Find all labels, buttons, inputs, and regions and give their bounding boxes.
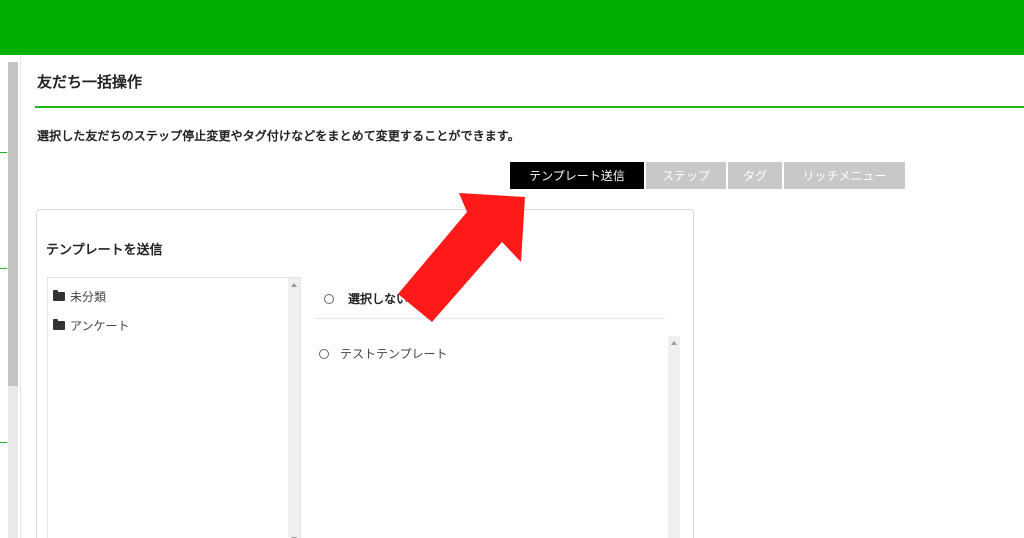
title-underline xyxy=(35,106,1024,108)
template-item[interactable]: テストテンプレート xyxy=(319,345,448,362)
panel-title: テンプレートを送信 xyxy=(46,243,163,258)
sidebar-divider xyxy=(0,152,7,153)
radio-no-select-label: 選択しない xyxy=(348,292,409,306)
folder-item-survey[interactable]: アンケート xyxy=(53,317,130,334)
folder-icon xyxy=(53,290,65,301)
folder-label: 未分類 xyxy=(70,290,107,304)
template-list: テストテンプレート xyxy=(315,336,680,538)
template-send-panel: テンプレートを送信 未分類 アンケート 選択しない テストテンプレート xyxy=(36,209,694,538)
tab-template-send[interactable]: テンプレート送信 xyxy=(510,162,644,189)
template-label: テストテンプレート xyxy=(340,347,448,361)
folder-list: 未分類 アンケート xyxy=(47,277,301,538)
template-list-scrollbar[interactable] xyxy=(668,336,680,538)
scroll-up-arrow-icon[interactable] xyxy=(671,341,677,345)
folder-label: アンケート xyxy=(70,319,130,333)
radio-icon[interactable] xyxy=(319,348,329,359)
radio-no-select[interactable]: 選択しない xyxy=(324,290,408,307)
tab-step[interactable]: ステップ xyxy=(646,162,726,189)
sidebar-divider xyxy=(0,268,7,269)
folder-icon xyxy=(53,319,65,330)
tab-tag[interactable]: タグ xyxy=(728,162,782,189)
radio-icon[interactable] xyxy=(324,293,334,304)
folder-item-uncategorized[interactable]: 未分類 xyxy=(53,288,106,305)
divider xyxy=(315,318,665,319)
sidebar-divider xyxy=(0,442,7,443)
folder-list-scrollbar[interactable] xyxy=(288,278,300,538)
page-title: 友だち一括操作 xyxy=(37,73,143,91)
operation-tabs: テンプレート送信 ステップ タグ リッチメニュー xyxy=(510,162,905,189)
left-scrollbar[interactable] xyxy=(8,62,18,538)
page-description: 選択した友だちのステップ停止変更やタグ付けなどをまとめて変更することができます。 xyxy=(37,129,520,143)
left-scrollbar-thumb[interactable] xyxy=(8,62,18,386)
tab-rich-menu[interactable]: リッチメニュー xyxy=(784,162,905,189)
top-header-bar xyxy=(0,0,1024,55)
scroll-up-arrow-icon[interactable] xyxy=(291,283,297,287)
